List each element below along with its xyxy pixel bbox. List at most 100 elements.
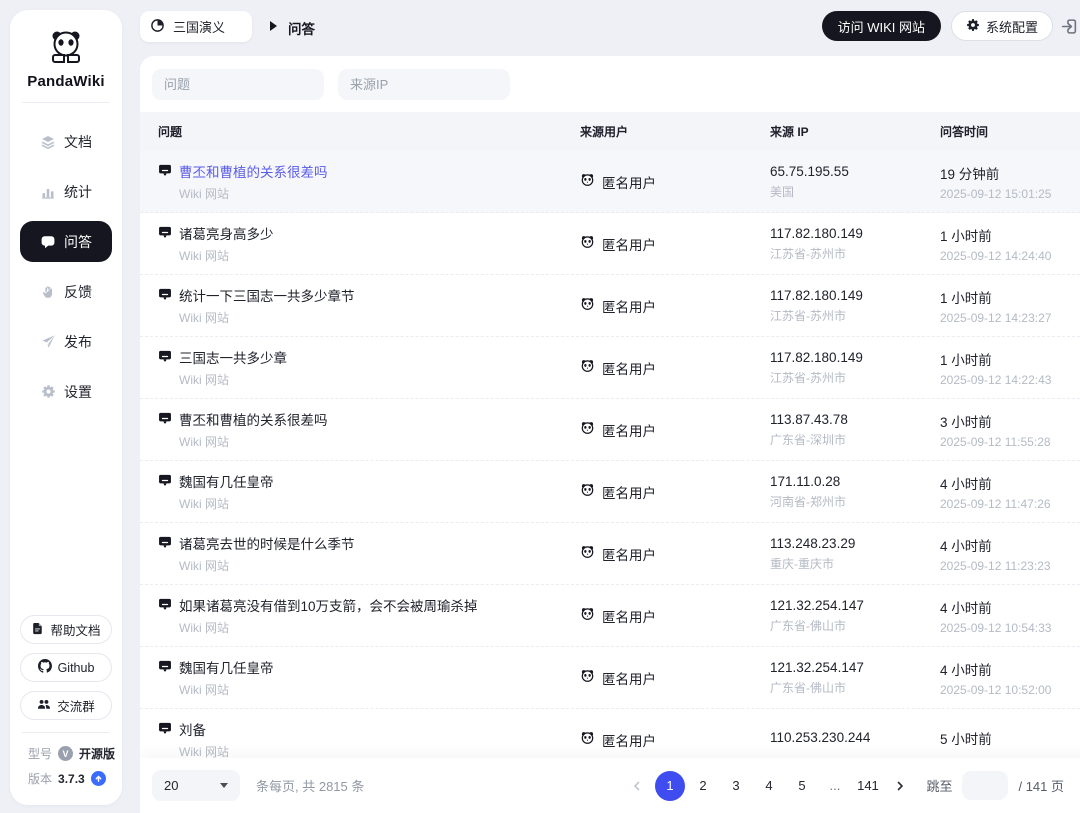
question-link[interactable]: 如果诸葛亮没有借到10万支箭，会不会被周瑜杀掉 bbox=[179, 595, 478, 615]
user-cell: 匿名用户 bbox=[580, 668, 770, 688]
panda-user-icon bbox=[580, 669, 595, 686]
sidebar-menu: 文档 统计 问答 bbox=[10, 121, 122, 412]
question-source: Wiki 网站 bbox=[179, 371, 580, 388]
help-docs-button[interactable]: 帮助文档 bbox=[20, 615, 112, 644]
sidebar-item-settings[interactable]: 设置 bbox=[20, 371, 112, 412]
question-link[interactable]: 魏国有几任皇帝 bbox=[179, 657, 274, 677]
question-monitor-icon bbox=[158, 473, 172, 490]
system-config-button[interactable]: 系统配置 bbox=[951, 11, 1053, 41]
breadcrumb-kb[interactable]: 三国演义 bbox=[140, 11, 252, 42]
gear-icon bbox=[40, 384, 56, 400]
filter-bar bbox=[140, 56, 1080, 112]
ip-cell: 65.75.195.55 美国 bbox=[770, 164, 940, 200]
time-cell: 3 小时前 2025-09-12 11:55:28 bbox=[940, 411, 1080, 449]
page-button[interactable]: 3 bbox=[721, 771, 751, 801]
question-cell: 如果诸葛亮没有借到10万支箭，会不会被周瑜杀掉 Wiki 网站 bbox=[158, 595, 580, 636]
time-cell: 1 小时前 2025-09-12 14:22:43 bbox=[940, 349, 1080, 387]
ip-cell: 110.253.230.244 bbox=[770, 730, 940, 749]
sidebar-item-feedback[interactable]: 反馈 bbox=[20, 271, 112, 312]
table-row[interactable]: 诸葛亮去世的时候是什么季节 Wiki 网站 bbox=[140, 523, 1080, 585]
sidebar-item-publish[interactable]: 发布 bbox=[20, 321, 112, 362]
source-ip-filter-input[interactable] bbox=[338, 69, 510, 100]
stats-icon bbox=[40, 184, 56, 200]
col-qa-time: 问答时间 bbox=[940, 123, 1080, 140]
question-link[interactable]: 统计一下三国志一共多少章节 bbox=[179, 285, 355, 305]
page-button[interactable]: 5 bbox=[787, 771, 817, 801]
table-row[interactable]: 曹丕和曹植的关系很差吗 Wiki 网站 bbox=[140, 151, 1080, 213]
sidebar-footer-divider bbox=[22, 732, 110, 733]
ip-cell: 113.248.23.29 重庆-重庆市 bbox=[770, 536, 940, 572]
time-absolute: 2025-09-12 14:24:40 bbox=[940, 249, 1080, 263]
question-link[interactable]: 三国志一共多少章 bbox=[179, 347, 287, 367]
question-link[interactable]: 刘备 bbox=[179, 719, 206, 739]
time-absolute: 2025-09-12 14:23:27 bbox=[940, 311, 1080, 325]
ip-cell: 117.82.180.149 江苏省-苏州市 bbox=[770, 288, 940, 324]
table-row[interactable]: 如果诸葛亮没有借到10万支箭，会不会被周瑜杀掉 Wiki 网站 bbox=[140, 585, 1080, 647]
col-question: 问题 bbox=[158, 123, 580, 140]
page-button[interactable]: 2 bbox=[688, 771, 718, 801]
table-row[interactable]: 三国志一共多少章 Wiki 网站 bbox=[140, 337, 1080, 399]
table-row[interactable]: 魏国有几任皇帝 Wiki 网站 bbox=[140, 647, 1080, 709]
sidebar-item-label: 发布 bbox=[64, 332, 92, 352]
page-title: 问答 bbox=[288, 18, 315, 38]
ip-cell: 117.82.180.149 江苏省-苏州市 bbox=[770, 226, 940, 262]
table-row[interactable]: 魏国有几任皇帝 Wiki 网站 bbox=[140, 461, 1080, 523]
time-cell: 19 分钟前 2025-09-12 15:01:25 bbox=[940, 163, 1080, 201]
upgrade-icon[interactable] bbox=[91, 771, 106, 786]
panda-user-icon bbox=[580, 731, 595, 748]
ip-location: 江苏省-苏州市 bbox=[770, 245, 940, 262]
total-pages: / 141 页 bbox=[1018, 776, 1064, 795]
table-row[interactable]: 统计一下三国志一共多少章节 Wiki 网站 bbox=[140, 275, 1080, 337]
question-link[interactable]: 魏国有几任皇帝 bbox=[179, 471, 274, 491]
col-source-user: 来源用户 bbox=[580, 123, 770, 140]
panda-user-icon bbox=[580, 421, 595, 438]
table-row[interactable]: 曹丕和曹植的关系很差吗 Wiki 网站 bbox=[140, 399, 1080, 461]
user-cell: 匿名用户 bbox=[580, 544, 770, 564]
logout-icon[interactable] bbox=[1061, 18, 1078, 35]
question-monitor-icon bbox=[158, 597, 172, 614]
page-size-select[interactable]: 20 bbox=[152, 770, 240, 801]
ip-value: 65.75.195.55 bbox=[770, 164, 940, 179]
jump-to-input[interactable] bbox=[962, 771, 1008, 800]
page-button[interactable]: 141 bbox=[853, 771, 883, 801]
table-row[interactable]: 诸葛亮身高多少 Wiki 网站 bbox=[140, 213, 1080, 275]
github-button[interactable]: Github bbox=[20, 653, 112, 682]
time-cell: 4 小时前 2025-09-12 10:54:33 bbox=[940, 597, 1080, 635]
page-button[interactable]: 1 bbox=[655, 771, 685, 801]
visit-wiki-button[interactable]: 访问 WIKI 网站 bbox=[822, 11, 941, 41]
prev-page-icon[interactable] bbox=[625, 774, 649, 798]
sidebar-item-label: 问答 bbox=[64, 232, 92, 252]
next-page-icon[interactable] bbox=[888, 774, 912, 798]
ip-value: 171.11.0.28 bbox=[770, 474, 940, 489]
ip-location: 广东省-深圳市 bbox=[770, 431, 940, 448]
sidebar-item-docs[interactable]: 文档 bbox=[20, 121, 112, 162]
question-link[interactable]: 曹丕和曹植的关系很差吗 bbox=[179, 161, 328, 181]
question-monitor-icon bbox=[158, 659, 172, 676]
ip-location: 江苏省-苏州市 bbox=[770, 369, 940, 386]
question-cell: 魏国有几任皇帝 Wiki 网站 bbox=[158, 471, 580, 512]
page-button: ... bbox=[820, 771, 850, 801]
question-link[interactable]: 曹丕和曹植的关系很差吗 bbox=[179, 409, 328, 429]
page-button[interactable]: 4 bbox=[754, 771, 784, 801]
time-cell: 4 小时前 2025-09-12 11:23:23 bbox=[940, 535, 1080, 573]
document-icon bbox=[31, 622, 44, 638]
question-link[interactable]: 诸葛亮身高多少 bbox=[179, 223, 274, 243]
community-button[interactable]: 交流群 bbox=[20, 691, 112, 720]
panda-user-icon bbox=[580, 235, 595, 252]
sidebar-item-label: 反馈 bbox=[64, 282, 92, 302]
time-relative: 1 小时前 bbox=[940, 225, 1080, 245]
question-link[interactable]: 诸葛亮去世的时候是什么季节 bbox=[179, 533, 355, 553]
panda-logo-icon bbox=[46, 28, 86, 69]
model-line: 型号 V 开源版 bbox=[10, 745, 122, 762]
sidebar-item-stats[interactable]: 统计 bbox=[20, 171, 112, 212]
time-cell: 1 小时前 2025-09-12 14:24:40 bbox=[940, 225, 1080, 263]
chevron-down-icon bbox=[220, 783, 228, 788]
time-absolute: 2025-09-12 15:01:25 bbox=[940, 187, 1080, 201]
user-name: 匿名用户 bbox=[602, 606, 656, 626]
question-filter-input[interactable] bbox=[152, 69, 324, 100]
ip-value: 117.82.180.149 bbox=[770, 288, 940, 303]
sidebar-divider bbox=[22, 102, 110, 103]
sidebar-item-qa[interactable]: 问答 bbox=[20, 221, 112, 262]
ip-location: 江苏省-苏州市 bbox=[770, 307, 940, 324]
ip-value: 121.32.254.147 bbox=[770, 660, 940, 675]
